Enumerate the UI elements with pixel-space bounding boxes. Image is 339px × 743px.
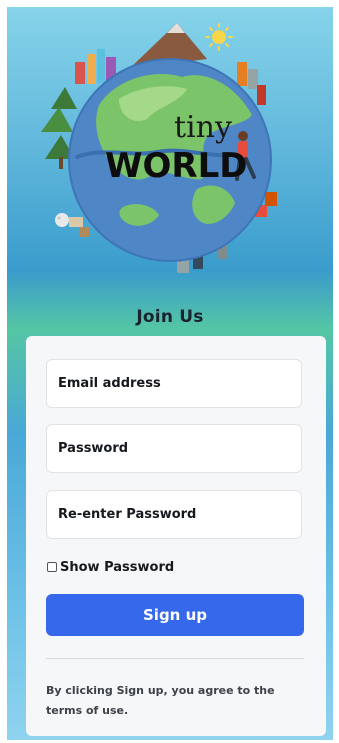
show-password-label: Show Password: [60, 559, 175, 575]
show-password-checkbox[interactable]: [47, 562, 57, 572]
signup-card: Show Password Sign up By clicking Sign u…: [26, 336, 326, 736]
moon-icon: [55, 213, 69, 227]
show-password-toggle[interactable]: Show Password: [47, 559, 174, 575]
tiny-world-logo: tiny WORLD: [41, 23, 277, 273]
reenter-password-field[interactable]: [46, 490, 302, 539]
form-title: Join Us: [136, 307, 204, 327]
sun-icon: [205, 23, 233, 51]
email-field[interactable]: [46, 359, 302, 408]
sign-up-button[interactable]: Sign up: [46, 594, 304, 636]
logo-text-tiny: tiny: [174, 110, 232, 145]
terms-text: By clicking Sign up, you agree to the te…: [46, 684, 275, 717]
logo-text-world: WORLD: [105, 146, 247, 186]
divider: [46, 658, 304, 659]
password-field[interactable]: [46, 424, 302, 473]
app-frame: tiny WORLD Join Us Show Password Sign up…: [7, 7, 333, 740]
